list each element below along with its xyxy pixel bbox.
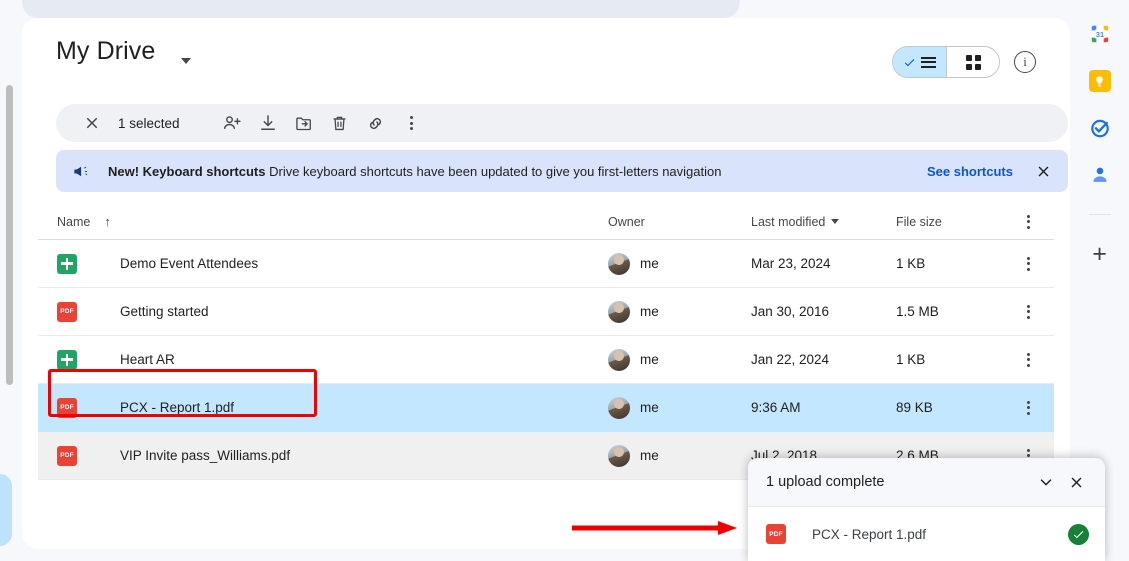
file-size-value: 1 KB [896, 352, 926, 367]
toast-header: 1 upload complete [748, 458, 1105, 507]
column-header-file-size[interactable]: File size [896, 215, 1006, 229]
page-title[interactable]: My Drive [56, 37, 155, 66]
pdf-icon: PDF [57, 397, 77, 418]
upload-complete-toast: 1 upload complete PDF PCX - Report 1.pdf [748, 458, 1105, 561]
kebab-icon [1026, 352, 1030, 367]
close-selection-button[interactable] [74, 105, 110, 141]
kebab-icon [1026, 214, 1030, 229]
more-actions-button[interactable] [394, 105, 430, 141]
add-app-button[interactable]: + [1092, 242, 1107, 267]
chevron-down-icon [831, 219, 840, 224]
selection-count: 1 selected [118, 115, 180, 131]
last-modified-value: Jan 30, 2016 [751, 304, 830, 319]
toast-file-row[interactable]: PDF PCX - Report 1.pdf [748, 507, 1105, 561]
left-edge-blue-tab [0, 474, 12, 546]
list-lines-icon [921, 56, 936, 68]
owner-name: me [640, 256, 659, 271]
file-size-value: 1 KB [896, 256, 926, 271]
tab-grid-view[interactable] [946, 47, 999, 77]
table-row[interactable]: PDF PCX - Report 1.pdf me 9:36 AM 89 KB [38, 384, 1054, 432]
last-modified-value: Jan 22, 2024 [751, 352, 830, 367]
download-button[interactable] [250, 105, 286, 141]
google-keep-icon[interactable] [1088, 69, 1112, 93]
table-header-row: Name ↑ Owner Last modified File size [38, 204, 1054, 240]
toast-title: 1 upload complete [766, 474, 885, 490]
info-icon[interactable]: i [1014, 51, 1036, 73]
row-more-actions-button[interactable] [1006, 304, 1050, 319]
table-row[interactable]: Heart AR me Jan 22, 2024 1 KB [38, 336, 1054, 384]
file-size-value: 1.5 MB [896, 304, 939, 319]
file-size-value: 89 KB [896, 400, 933, 415]
page-scrollbar[interactable] [6, 85, 13, 385]
tab-list-view[interactable] [893, 47, 946, 77]
share-add-person-button[interactable] [214, 105, 250, 141]
owner-name: me [640, 352, 659, 367]
banner-message: Drive keyboard shortcuts have been updat… [269, 163, 722, 179]
table-row[interactable]: PDF Getting started me Jan 30, 2016 1.5 MB [38, 288, 1054, 336]
table-row[interactable]: Demo Event Attendees me Mar 23, 2024 1 KB [38, 240, 1054, 288]
owner-name: me [640, 448, 659, 463]
header-actions: i [892, 46, 1036, 78]
get-link-button[interactable] [358, 105, 394, 141]
page-header: My Drive i [38, 32, 1054, 82]
avatar [608, 300, 630, 323]
file-name: PCX - Report 1.pdf [120, 400, 235, 415]
campaign-megaphone-icon [72, 162, 94, 181]
column-header-name[interactable]: Name ↑ [38, 214, 608, 229]
google-contacts-icon[interactable] [1088, 163, 1112, 187]
row-more-actions-button[interactable] [1006, 352, 1050, 367]
last-modified-value: 9:36 AM [751, 400, 801, 415]
file-name: Getting started [120, 304, 209, 319]
pdf-icon: PDF [57, 301, 77, 322]
view-toggle[interactable] [892, 46, 1000, 78]
avatar [608, 252, 630, 275]
file-name: Demo Event Attendees [120, 256, 259, 271]
column-header-last-modified[interactable]: Last modified [751, 215, 896, 229]
avatar [608, 348, 630, 371]
kebab-icon [410, 116, 414, 130]
grid-squares-icon [965, 54, 981, 70]
banner-text: New! Keyboard shortcuts Drive keyboard s… [108, 164, 927, 179]
google-apps-side-panel: 31 + [1070, 0, 1129, 561]
see-shortcuts-link[interactable]: See shortcuts [927, 164, 1013, 179]
chevron-down-icon[interactable] [181, 58, 193, 66]
move-to-folder-button[interactable] [286, 105, 322, 141]
table-body: Demo Event Attendees me Mar 23, 2024 1 KB PD… [38, 240, 1054, 480]
file-name: VIP Invite pass_Williams.pdf [120, 448, 291, 463]
sort-ascending-icon: ↑ [104, 214, 111, 229]
avatar [608, 444, 630, 467]
owner-name: me [640, 400, 659, 415]
kebab-icon [1026, 304, 1030, 319]
selection-toolbar: 1 selected [56, 104, 1068, 142]
avatar [608, 396, 630, 419]
google-calendar-icon[interactable]: 31 [1088, 22, 1112, 46]
row-more-actions-button[interactable] [1006, 256, 1050, 271]
column-options-button[interactable] [1006, 214, 1050, 229]
file-list-table: Name ↑ Owner Last modified File size Dem… [38, 204, 1054, 480]
keyboard-shortcuts-banner: New! Keyboard shortcuts Drive keyboard s… [56, 150, 1068, 192]
check-icon [904, 58, 915, 66]
google-tasks-icon[interactable] [1088, 116, 1112, 140]
delete-trash-button[interactable] [322, 105, 358, 141]
owner-name: me [640, 304, 659, 319]
file-name: Heart AR [120, 352, 175, 367]
pdf-icon: PDF [766, 524, 786, 544]
collapse-toast-button[interactable] [1031, 467, 1061, 497]
pdf-icon: PDF [57, 445, 77, 466]
search-bar-stub[interactable] [22, 0, 740, 18]
last-modified-value: Mar 23, 2024 [751, 256, 831, 271]
close-banner-button[interactable] [1035, 163, 1052, 180]
toast-file-name: PCX - Report 1.pdf [812, 526, 927, 542]
kebab-icon [1026, 256, 1030, 271]
row-more-actions-button[interactable] [1006, 400, 1050, 415]
banner-title: New! Keyboard shortcuts [108, 163, 266, 179]
drive-screen: My Drive i 1 selected New! Keyboard shor… [0, 0, 1129, 561]
sheets-icon [57, 253, 77, 274]
sheets-icon [57, 349, 77, 370]
side-panel-divider [1088, 214, 1111, 215]
svg-text:31: 31 [1095, 30, 1103, 39]
column-header-owner[interactable]: Owner [608, 215, 751, 229]
kebab-icon [1026, 400, 1030, 415]
